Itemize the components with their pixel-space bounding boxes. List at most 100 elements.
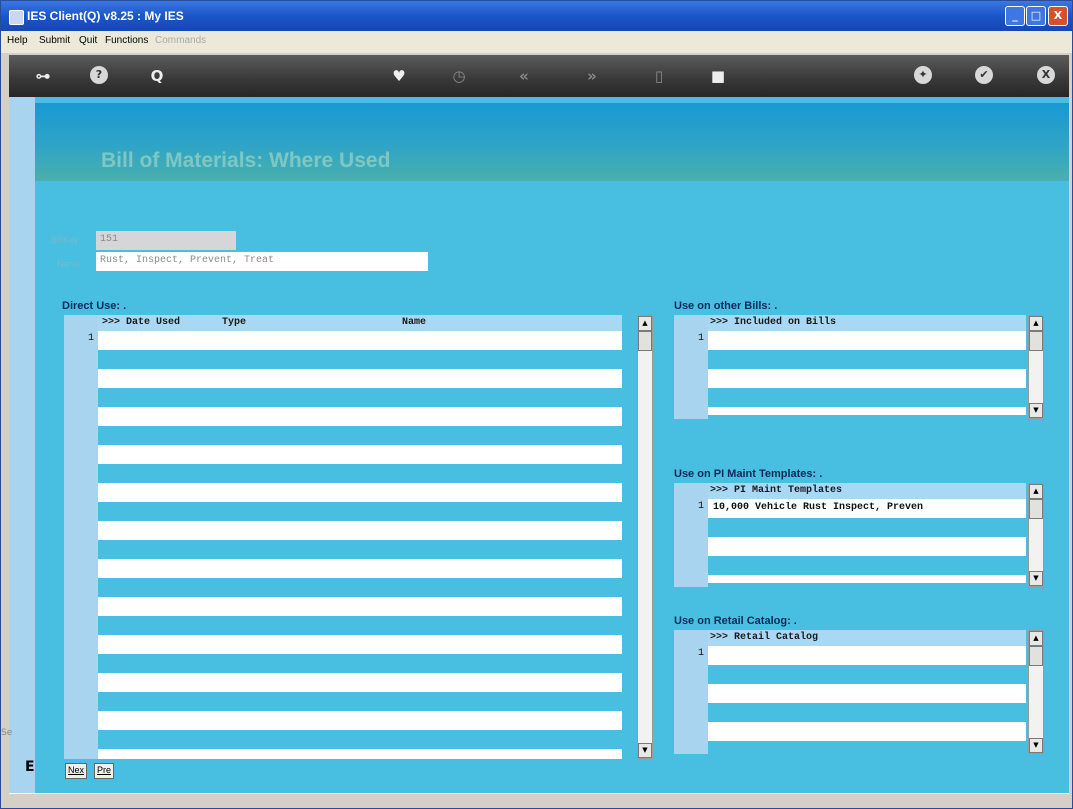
scroll-thumb[interactable] [1029,331,1043,351]
pi-templates-title: Use on PI Maint Templates: . [674,468,823,480]
menu-submit[interactable]: Submit [39,35,70,46]
table-row[interactable] [708,575,1026,583]
menu-help[interactable]: Help [7,35,28,46]
page-header: Bill of Materials: Where Used [35,103,1069,181]
col-type[interactable]: Type [222,317,246,328]
table-row[interactable] [708,646,1026,665]
menu-functions[interactable]: Functions [105,35,148,46]
billkey-field[interactable]: 151 [96,231,236,250]
table-row[interactable] [98,445,622,464]
scroll-down-button[interactable]: ▼ [1029,738,1043,753]
stop-icon[interactable]: ■ [706,65,730,87]
previous-page-button[interactable]: Pre [94,763,115,779]
billkey-label: BillKey [51,235,79,245]
side-letter: E [25,759,35,775]
retail-catalog-header: >>> Retail Catalog [708,630,1026,646]
other-bills-title: Use on other Bills: . [674,300,778,312]
table-row[interactable] [98,521,622,540]
pi-templates-header: >>> PI Maint Templates [708,483,1026,499]
table-row[interactable] [708,537,1026,556]
scroll-up-button[interactable]: ▲ [1029,631,1043,646]
other-bills-grid: >>> Included on Bills 1 [674,315,1026,419]
table-row[interactable] [98,597,622,616]
table-row[interactable] [98,711,622,730]
menu-quit[interactable]: Quit [79,35,97,46]
table-row[interactable] [98,407,622,426]
other-bills-scrollbar[interactable]: ▲ ▼ [1028,315,1044,419]
table-row[interactable] [708,369,1026,388]
key-icon[interactable]: ⊶ [27,65,59,87]
maximize-button[interactable]: □ [1026,6,1046,26]
row-number: 1 [697,333,704,344]
row-number: 1 [697,648,704,659]
app-icon [9,10,24,25]
title-bar: IES Client(Q) v8.25 : My IES _ □ X [1,1,1072,31]
table-row[interactable] [98,331,622,350]
row-gutter [64,315,98,759]
scroll-down-button[interactable]: ▼ [1029,571,1043,586]
retail-catalog-scrollbar[interactable]: ▲ ▼ [1028,630,1044,754]
name-field[interactable]: Rust, Inspect, Prevent, Treat [96,252,428,271]
col-included-on-bills[interactable]: >>> Included on Bills [710,317,836,328]
table-row[interactable] [98,369,622,388]
direct-use-scrollbar[interactable]: ▲ ▼ [637,315,653,759]
main-content: Bill of Materials: Where Used BillKey 15… [35,97,1069,793]
next-page-button[interactable]: Nex [65,763,88,779]
name-label: Name [57,259,82,269]
retail-catalog-grid: >>> Retail Catalog 1 [674,630,1026,754]
table-row[interactable] [98,673,622,692]
table-row[interactable] [98,559,622,578]
direct-use-title: Direct Use: . [62,300,127,312]
col-date-used[interactable]: >>> Date Used [102,317,180,328]
search-icon[interactable]: Q [145,65,169,87]
help-icon[interactable]: ? [90,66,108,84]
table-row[interactable] [98,635,622,654]
direct-use-grid: >>> Date Used Type Name 1 [64,315,622,759]
col-pi-maint-templates[interactable]: >>> PI Maint Templates [710,485,842,496]
scroll-up-button[interactable]: ▲ [1029,316,1043,331]
row-text: 10,000 Vehicle Rust Inspect, Preven [713,502,924,513]
fast-forward-icon[interactable]: » [580,65,604,87]
rewind-icon[interactable]: « [512,65,536,87]
left-sidebar [9,97,35,793]
scroll-up-button[interactable]: ▲ [638,316,652,331]
page-title: Bill of Materials: Where Used [101,149,391,172]
menu-bar: Help Submit Quit Functions Commands [1,31,1072,53]
table-row[interactable] [98,749,622,759]
row-gutter [674,483,708,587]
close-icon[interactable]: X [1037,66,1055,84]
row-gutter [674,315,708,419]
save-icon[interactable]: ▯ [647,65,671,87]
table-row[interactable] [708,722,1026,741]
col-retail-catalog[interactable]: >>> Retail Catalog [710,632,818,643]
ok-icon[interactable]: ✔ [975,66,993,84]
table-row[interactable]: 10,000 Vehicle Rust Inspect, Preven [708,499,1026,518]
scroll-thumb[interactable] [1029,499,1043,519]
menu-commands: Commands [155,35,207,46]
toolbar: ⊶ ? Q ♥ ◷ « » ▯ ■ ✦ ✔ X [9,55,1069,97]
clock-icon[interactable]: ◷ [447,65,471,87]
status-bar [9,793,1069,808]
close-window-button[interactable]: X [1048,6,1068,26]
scroll-down-button[interactable]: ▼ [1029,403,1043,418]
table-row[interactable] [98,483,622,502]
col-name[interactable]: Name [402,317,426,328]
table-row[interactable] [708,331,1026,350]
minimize-button[interactable]: _ [1005,6,1025,26]
other-bills-header: >>> Included on Bills [708,315,1026,331]
scroll-thumb[interactable] [1029,646,1043,666]
pi-templates-grid: >>> PI Maint Templates 1 10,000 Vehicle … [674,483,1026,587]
direct-use-header: >>> Date Used Type Name [98,315,622,331]
retail-catalog-title: Use on Retail Catalog: . [674,615,797,627]
side-tag: Se [1,728,13,738]
scroll-up-button[interactable]: ▲ [1029,484,1043,499]
row-number: 1 [87,333,94,344]
settings-icon[interactable]: ✦ [914,66,932,84]
scroll-down-button[interactable]: ▼ [638,743,652,758]
table-row[interactable] [708,407,1026,415]
table-row[interactable] [708,684,1026,703]
scroll-thumb[interactable] [638,331,652,351]
pi-templates-scrollbar[interactable]: ▲ ▼ [1028,483,1044,587]
favorite-icon[interactable]: ♥ [387,65,411,87]
app-window: IES Client(Q) v8.25 : My IES _ □ X Help … [0,0,1073,809]
